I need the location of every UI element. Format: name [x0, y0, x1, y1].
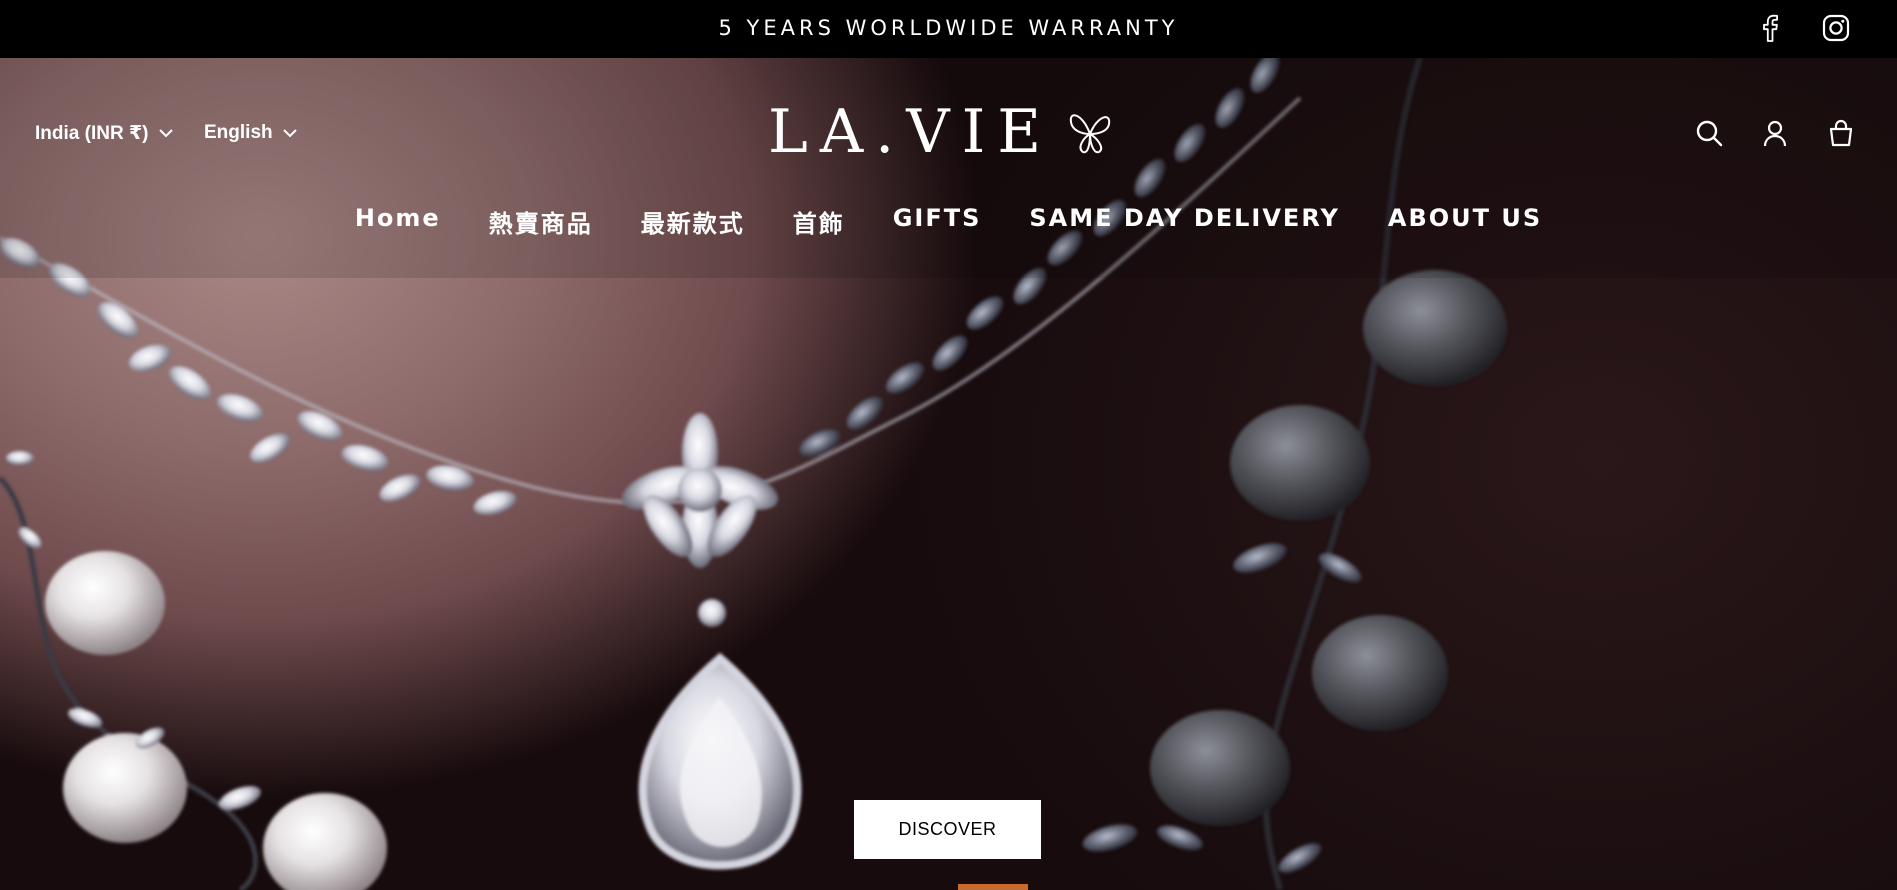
nav-item-about-us[interactable]: ABOUT US	[1364, 204, 1566, 239]
hero-banner	[0, 58, 1897, 890]
cart-icon[interactable]	[1824, 116, 1858, 150]
logo-text: LA.VIE	[768, 97, 1054, 167]
instagram-icon[interactable]	[1821, 13, 1851, 43]
announcement-text: 5 YEARS WORLDWIDE WARRANTY	[718, 16, 1179, 40]
announcement-bar: 5 YEARS WORLDWIDE WARRANTY	[0, 0, 1897, 58]
nav-item-gifts[interactable]: GIFTS	[869, 204, 1006, 239]
nav-item-new-arrivals[interactable]: 最新款式	[617, 204, 769, 239]
facebook-icon[interactable]	[1755, 13, 1785, 43]
hero-jewelry-image	[0, 58, 1897, 890]
country-selector-label: India (INR ₹)	[35, 123, 149, 144]
country-selector[interactable]: India (INR ₹)	[35, 122, 173, 145]
nav-item-best-sellers[interactable]: 熱賣商品	[465, 204, 617, 239]
chevron-down-icon	[158, 129, 173, 138]
nav-item-jewelry[interactable]: 首飾	[769, 204, 869, 239]
site-logo[interactable]: LA.VIE	[768, 100, 1128, 164]
discover-button[interactable]: DISCOVER	[854, 800, 1041, 859]
chevron-down-icon	[282, 128, 297, 137]
next-section-edge	[958, 884, 1028, 890]
language-selector-label: English	[204, 122, 273, 143]
language-selector[interactable]: English	[204, 122, 297, 144]
nav-item-home[interactable]: Home	[331, 204, 465, 239]
nav-item-same-day-delivery[interactable]: SAME DAY DELIVERY	[1005, 204, 1363, 239]
main-nav: Home 熱賣商品 最新款式 首飾 GIFTS SAME DAY DELIVER…	[0, 204, 1897, 239]
butterfly-icon	[1070, 114, 1111, 154]
page: 5 YEARS WORLDWIDE WARRANTY India (INR ₹)…	[0, 0, 1897, 890]
account-icon[interactable]	[1758, 116, 1792, 150]
search-icon[interactable]	[1692, 116, 1726, 150]
